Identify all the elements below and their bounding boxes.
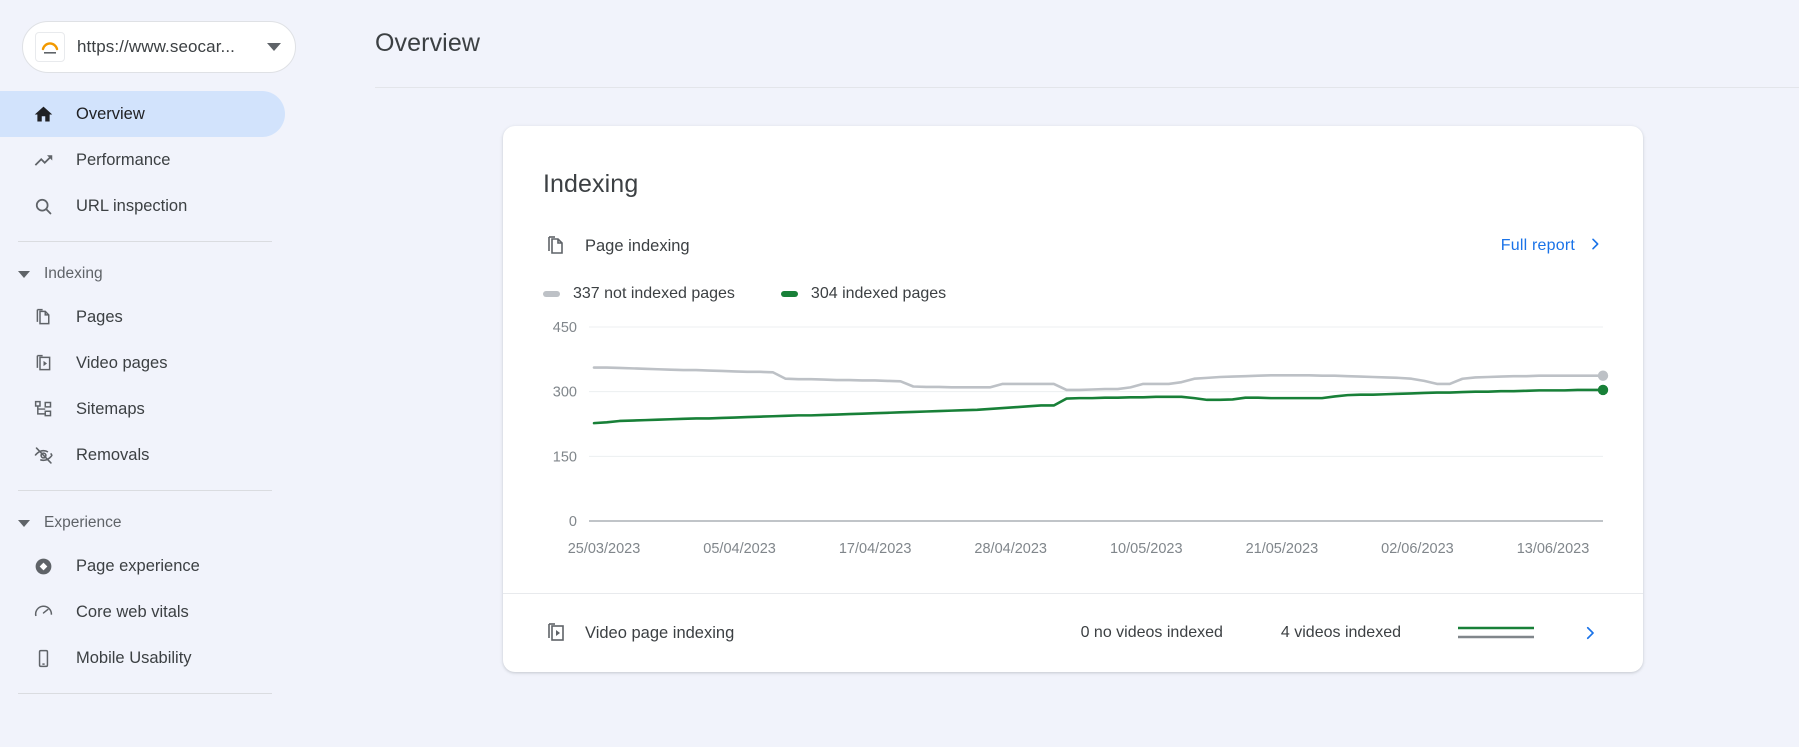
sidebar-group-label: Indexing (44, 265, 103, 282)
sidebar-item-overview[interactable]: Overview (0, 91, 285, 137)
eye-off-icon (32, 444, 54, 466)
search-icon (32, 195, 54, 217)
sidebar-item-label: Removals (76, 445, 150, 464)
home-icon (32, 103, 54, 125)
svg-text:17/04/2023: 17/04/2023 (839, 541, 912, 557)
site-url-label: https://www.seocar... (77, 37, 235, 56)
video-pages-icon (543, 620, 569, 646)
page-indexing-label: Page indexing (585, 236, 690, 255)
sidebar-item-performance[interactable]: Performance (0, 137, 285, 183)
sidebar-item-label: Video pages (76, 353, 168, 372)
page-title: Overview (375, 29, 480, 57)
chevron-down-icon[interactable] (267, 43, 281, 51)
svg-text:150: 150 (553, 449, 577, 465)
sidebar-group-indexing[interactable]: Indexing (0, 254, 318, 294)
sidebar-item-label: Overview (76, 104, 145, 123)
svg-text:300: 300 (553, 385, 577, 401)
legend-item-indexed[interactable]: 304 indexed pages (780, 285, 947, 303)
svg-text:0: 0 (569, 514, 577, 530)
sidebar-item-url-inspection[interactable]: URL inspection (0, 183, 285, 229)
sidebar-group-label: Experience (44, 514, 122, 531)
sidebar-group-experience[interactable]: Experience (0, 503, 318, 543)
trending-up-icon (32, 149, 54, 171)
sidebar-divider (18, 241, 272, 242)
page-experience-icon (32, 555, 54, 577)
full-report-link[interactable]: Full report (1501, 236, 1603, 257)
sidebar-item-label: Mobile Usability (76, 648, 192, 667)
header-divider (375, 87, 1799, 88)
legend-label: 304 indexed pages (810, 285, 947, 302)
sidebar-item-label: Performance (76, 150, 171, 169)
main-content: Overview Indexing Page indexing Full rep… (318, 0, 1799, 747)
svg-text:28/04/2023: 28/04/2023 (974, 541, 1047, 557)
sidebar-item-sitemaps[interactable]: Sitemaps (0, 386, 285, 432)
sidebar-item-label: Sitemaps (76, 399, 145, 418)
video-indexing-chevron-right-icon[interactable] (1577, 624, 1603, 642)
video-sparkline (1457, 624, 1535, 642)
sidebar-item-removals[interactable]: Removals (0, 432, 285, 478)
sitemaps-icon (32, 398, 54, 420)
svg-text:05/04/2023: 05/04/2023 (703, 541, 776, 557)
chart-svg: 450 300 150 0 25/03/2023 05/04/2023 17/04/2023… (553, 320, 1609, 557)
page-indexing-chart[interactable]: 450 300 150 0 25/03/2023 05/04/2023 17/04/2023… (503, 319, 1643, 579)
svg-text:13/06/2023: 13/06/2023 (1517, 541, 1590, 557)
speedometer-icon (32, 601, 54, 623)
sidebar-item-core-web-vitals[interactable]: Core web vitals (0, 589, 285, 635)
pages-icon (32, 306, 54, 328)
legend-item-not-indexed[interactable]: 337 not indexed pages (543, 285, 735, 303)
video-stat-indexed: 4 videos indexed (1280, 624, 1401, 641)
site-favicon (35, 32, 65, 62)
sidebar-divider (18, 693, 272, 694)
sidebar-item-label: Page experience (76, 556, 200, 575)
legend-swatch-grey (543, 291, 560, 297)
page-header: Overview (318, 0, 1799, 87)
svg-text:25/03/2023: 25/03/2023 (568, 541, 641, 557)
legend-swatch-green (780, 291, 798, 297)
card-title: Indexing (543, 170, 639, 198)
app-root: https://www.seocar... Overview Performan… (0, 0, 1799, 747)
pages-icon (543, 233, 569, 259)
sidebar-item-page-experience[interactable]: Page experience (0, 543, 285, 589)
sidebar-item-pages[interactable]: Pages (0, 294, 285, 340)
triangle-down-icon (18, 270, 30, 278)
video-pages-icon (32, 352, 54, 374)
svg-text:21/05/2023: 21/05/2023 (1246, 541, 1319, 557)
page-indexing-header: Page indexing Full report (543, 233, 1603, 259)
sidebar-item-label: Core web vitals (76, 602, 189, 621)
sidebar-item-mobile-usability[interactable]: Mobile Usability (0, 635, 285, 681)
legend-label: 337 not indexed pages (573, 285, 735, 302)
svg-text:10/05/2023: 10/05/2023 (1110, 541, 1183, 557)
sidebar-item-video-pages[interactable]: Video pages (0, 340, 285, 386)
sidebar-divider (18, 490, 272, 491)
full-report-label: Full report (1500, 237, 1575, 254)
sidebar-item-label: URL inspection (76, 196, 188, 215)
sidebar-nav: Overview Performance URL inspection Inde… (0, 91, 318, 694)
mobile-icon (32, 647, 54, 669)
chart-legend: 337 not indexed pages 304 indexed pages (543, 285, 1643, 303)
sidebar-item-label: Pages (76, 307, 123, 326)
svg-text:02/06/2023: 02/06/2023 (1381, 541, 1454, 557)
svg-text:450: 450 (553, 320, 577, 336)
chevron-right-icon (1587, 236, 1603, 257)
triangle-down-icon (18, 519, 30, 527)
video-page-indexing-row[interactable]: Video page indexing 0 no videos indexed … (503, 594, 1643, 672)
video-indexing-label: Video page indexing (585, 623, 735, 642)
video-stat-not-indexed: 0 no videos indexed (1080, 624, 1223, 641)
sidebar: https://www.seocar... Overview Performan… (0, 0, 318, 747)
site-selector[interactable]: https://www.seocar... (22, 21, 296, 73)
indexing-card: Indexing Page indexing Full report 337 n… (503, 126, 1643, 672)
